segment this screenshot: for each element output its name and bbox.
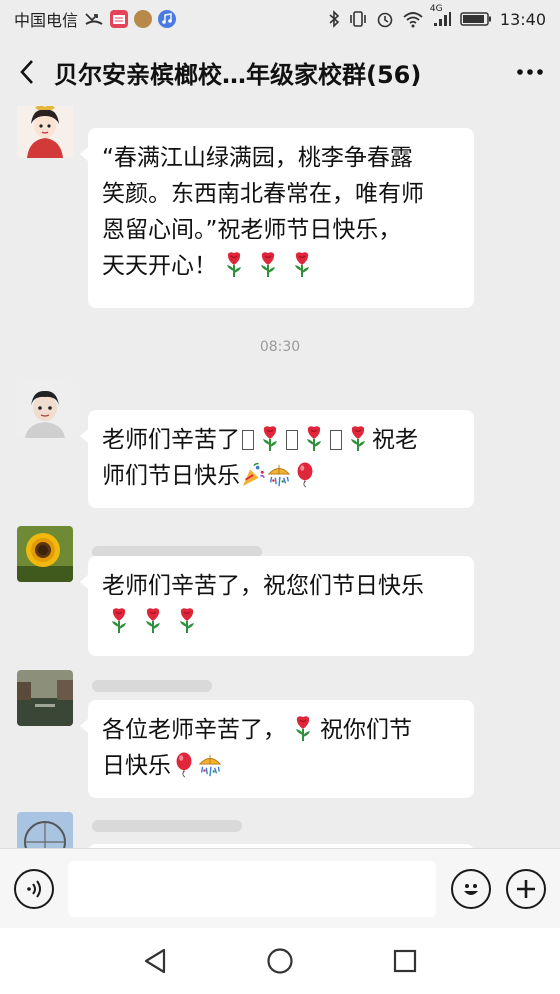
message-text-line: 老师们辛苦了	[102, 427, 240, 453]
bluetooth-icon	[328, 10, 340, 28]
avatar[interactable]	[17, 526, 73, 582]
chevron-left-icon	[20, 60, 33, 84]
rose-emoji-icon	[222, 250, 246, 278]
alarm-icon	[376, 10, 394, 28]
calendar-app-icon	[110, 10, 129, 28]
message-text-line: 各位老师辛苦了，	[102, 717, 286, 743]
battery-icon	[460, 11, 492, 27]
nav-back-icon	[144, 948, 166, 974]
input-bar	[0, 848, 560, 928]
message-bubble[interactable]: 老师们辛苦了，祝您们节日快乐	[80, 556, 474, 656]
avatar[interactable]	[17, 106, 73, 158]
message-text-line: 祝你们节	[320, 717, 412, 743]
system-nav-bar	[0, 928, 560, 994]
nav-recent-icon	[393, 949, 417, 973]
confetti-ball-emoji-icon	[197, 751, 223, 779]
status-bar: 中国电信 4G 13:40	[0, 0, 560, 38]
sender-name-blurred	[92, 820, 242, 832]
emoji-icon	[464, 884, 478, 895]
rose-emoji-icon	[107, 606, 131, 634]
back-button[interactable]	[0, 38, 54, 106]
party-popper-emoji-icon	[240, 461, 266, 489]
message-input[interactable]	[68, 861, 436, 917]
plus-icon	[517, 880, 535, 898]
rose-emoji-icon	[256, 250, 280, 278]
missing-glyph	[330, 430, 342, 450]
nav-home-button[interactable]	[265, 946, 295, 976]
nav-home-icon	[267, 948, 293, 974]
chat-header: 贝尔安亲槟榔校…年级家校群(56)	[0, 38, 560, 106]
rose-emoji-icon	[346, 424, 370, 452]
vibrate-icon	[348, 10, 368, 28]
rose-emoji-icon	[302, 424, 326, 452]
message-bubble[interactable]: 各位老师辛苦了， 祝你们节 日快乐	[80, 700, 474, 798]
chat-title: 贝尔安亲槟榔校…年级家校群(56)	[54, 60, 422, 89]
avatar[interactable]	[17, 382, 73, 438]
sender-name-blurred	[92, 680, 212, 692]
rose-emoji-icon	[175, 606, 199, 634]
more-icon	[517, 69, 543, 75]
nav-back-button[interactable]	[140, 946, 170, 976]
balloon-emoji-icon	[292, 461, 318, 489]
music-app-icon	[158, 10, 177, 28]
rose-emoji-icon	[290, 250, 314, 278]
plus-button[interactable]	[506, 869, 546, 909]
carrier-label: 中国电信	[14, 11, 79, 30]
message-text-line: 恩留心间。”祝老师节日快乐，	[102, 217, 402, 243]
chat-message-list[interactable]: “春满江山绿满园，桃李争春露 笑颜。东西南北春常在，唯有师 恩留心间。”祝老师节…	[0, 106, 560, 848]
message-bubble[interactable]: “春满江山绿满园，桃李争春露 笑颜。东西南北春常在，唯有师 恩留心间。”祝老师节…	[80, 128, 474, 308]
avatar[interactable]	[17, 812, 73, 848]
message-text-line: 笑颜。东西南北春常在，唯有师	[102, 181, 424, 207]
app-notification-icon	[134, 10, 153, 28]
nav-recent-button[interactable]	[390, 946, 420, 976]
message-text-line: 祝老	[372, 427, 418, 453]
voice-icon	[27, 880, 41, 898]
rose-emoji-icon	[291, 714, 315, 742]
time-stamp: 08:30	[259, 339, 301, 355]
balloon-emoji-icon	[171, 751, 197, 779]
missed-call-icon	[84, 11, 104, 27]
avatar[interactable]	[17, 670, 73, 726]
message-text-line: “春满江山绿满园，桃李争春露	[102, 145, 413, 171]
clock-label: 13:40	[499, 9, 546, 29]
network-type-label: 4G	[429, 4, 443, 14]
voice-button[interactable]	[14, 869, 54, 909]
more-button[interactable]	[500, 38, 560, 106]
message-text-line: 老师们辛苦了，祝您们节日快乐	[102, 573, 424, 599]
message-text-line: 师们节日快乐	[102, 463, 240, 489]
emoji-button[interactable]	[451, 869, 491, 909]
missing-glyph	[286, 430, 298, 450]
wifi-icon	[402, 10, 424, 28]
confetti-ball-emoji-icon	[266, 461, 292, 489]
message-text-line: 日快乐	[102, 753, 171, 779]
rose-emoji-icon	[141, 606, 165, 634]
message-bubble[interactable]: 老师们辛苦了 祝老 师们节日快乐	[80, 410, 474, 508]
message-text-line: 天天开心！	[102, 253, 217, 279]
rose-emoji-icon	[258, 424, 282, 452]
signal-icon: 4G	[430, 4, 452, 28]
missing-glyph	[242, 430, 254, 450]
